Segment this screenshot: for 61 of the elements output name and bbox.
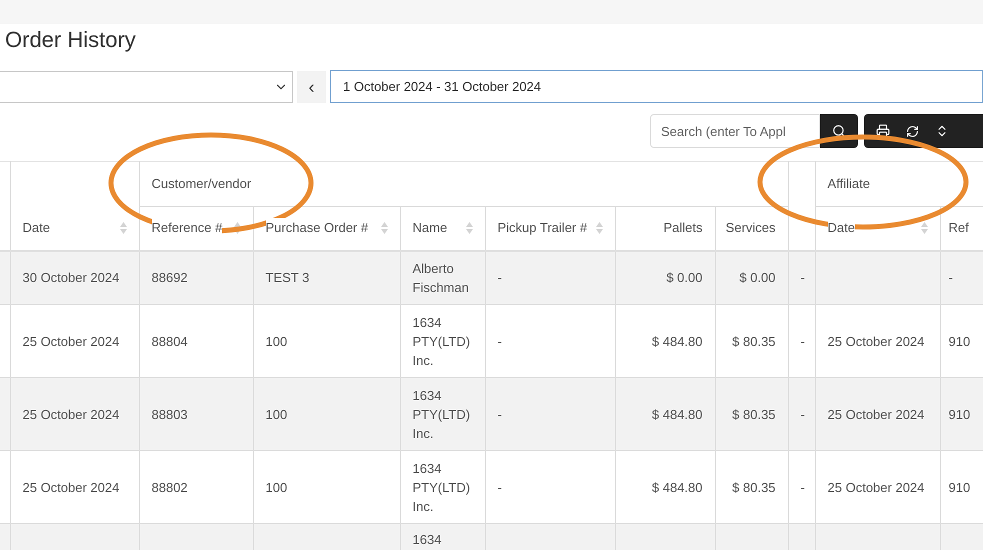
table-cell: - (800, 480, 805, 494)
table-cell: 910 (948, 406, 970, 422)
header-cell[interactable]: Reference # (139, 206, 253, 250)
table-cell: $ 484.80 (652, 334, 702, 348)
sort-icon (596, 222, 602, 234)
table-cell: 25 October 2024 (828, 480, 924, 494)
table-cell: 910 (948, 480, 970, 494)
table-cell: TEST 3 (266, 270, 310, 286)
table-cell: - (800, 270, 805, 286)
table-cell: - (948, 270, 953, 286)
table-cell: 100 (266, 406, 288, 422)
header-cell[interactable]: Purchase Order # (253, 206, 400, 250)
table-cell: - (498, 334, 502, 348)
page-title: Order History (4, 26, 137, 54)
table-cell: 25 October 2024 (22, 406, 120, 422)
table-cell: 25 October 2024 (828, 406, 924, 422)
table-cell: 25 October 2024 (22, 334, 120, 348)
table-cell: 100 (266, 334, 288, 348)
date-range-field[interactable]: 1 October 2024 - 31 October 2024 (330, 70, 983, 103)
table-cell: 910 (948, 334, 970, 348)
header-cell[interactable]: Date (815, 206, 940, 250)
table-cell: 88803 (152, 406, 188, 422)
table-cell: 1634 PTY(LTD) Inc. (412, 314, 470, 368)
header-cell[interactable]: Pickup Trailer # (485, 206, 615, 250)
group-header: Customer/vendor (152, 176, 252, 192)
table-cell: 88804 (152, 334, 188, 348)
previous-button[interactable]: ‹ (297, 70, 326, 102)
table-cell: 88692 (152, 270, 188, 286)
table-cell: - (498, 480, 502, 494)
table-cell: 30 October 2024 (22, 270, 120, 286)
search-icon (832, 124, 846, 138)
sort-icon (234, 222, 240, 234)
refresh-icon[interactable] (906, 124, 919, 138)
table-cell: 100 (266, 480, 288, 494)
sort-icon (466, 222, 472, 234)
table-cell: $ 484.80 (652, 406, 702, 422)
table-cell: 1634 (412, 532, 442, 547)
table-cell: 88802 (152, 480, 188, 494)
sort-icon (120, 222, 126, 234)
group-header: Affiliate (828, 176, 870, 192)
table-cell: $ 80.35 (732, 480, 776, 494)
table-cell: 25 October 2024 (22, 480, 120, 494)
search-field[interactable]: Search (enter To Appl (650, 114, 820, 148)
print-icon[interactable] (876, 124, 890, 138)
sort-icon (920, 222, 928, 234)
header-cell[interactable]: Name (400, 206, 485, 250)
table-cell: - (800, 334, 805, 348)
table-cell: $ 0.00 (666, 270, 702, 286)
table-cell: 25 October 2024 (828, 334, 924, 348)
table-cell: - (800, 406, 805, 422)
table-cell: $ 0.00 (739, 270, 776, 286)
table-cell: 1634 PTY(LTD) Inc. (412, 460, 470, 514)
table-cell: $ 80.35 (732, 406, 776, 422)
header-cell[interactable]: Date (10, 162, 139, 250)
table-cell: - (498, 270, 502, 286)
table-cell: $ 484.80 (652, 480, 702, 494)
table-cell: 1634 PTY(LTD) Inc. (412, 388, 470, 440)
sort-icon (380, 222, 388, 234)
table-cell: - (498, 406, 502, 422)
table-cell: Alberto Fischman (412, 260, 469, 295)
table-cell: $ 80.35 (732, 334, 776, 348)
